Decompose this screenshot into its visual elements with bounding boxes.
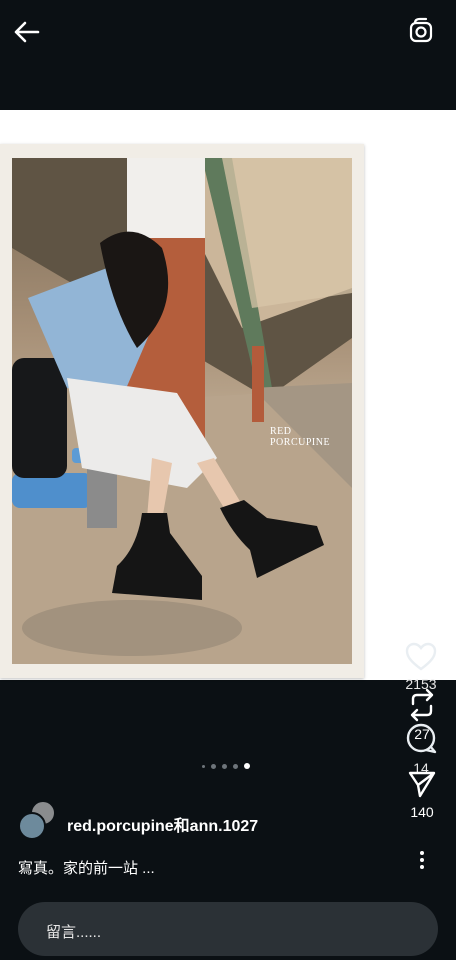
- carousel-dot-active: [244, 763, 250, 769]
- arrow-left-icon[interactable]: [10, 16, 42, 48]
- post-photo[interactable]: RED PORCUPINE: [12, 158, 352, 664]
- carousel-dot: [222, 763, 227, 769]
- comment-input[interactable]: 留言......: [18, 902, 438, 956]
- carousel-dot: [202, 764, 205, 768]
- like-action[interactable]: 2153: [398, 642, 444, 692]
- avatar[interactable]: [18, 812, 46, 840]
- photo-card: RED PORCUPINE: [0, 144, 364, 678]
- carousel-dot: [233, 763, 238, 769]
- repost-action[interactable]: 27: [399, 688, 445, 742]
- repost-count: 27: [414, 726, 430, 742]
- post-media[interactable]: RED PORCUPINE 2153 14: [0, 110, 456, 776]
- carousel-dot: [211, 763, 216, 769]
- top-bar: [0, 0, 456, 110]
- author-name[interactable]: red.porcupine和ann.1027: [67, 812, 258, 836]
- more-options-icon[interactable]: [412, 850, 432, 870]
- author-avatars[interactable]: [18, 800, 60, 840]
- share-action[interactable]: 140: [399, 768, 445, 820]
- repost-icon[interactable]: [406, 688, 438, 722]
- send-icon[interactable]: [406, 768, 438, 800]
- carousel-indicator: [202, 763, 250, 769]
- heart-icon[interactable]: [404, 642, 438, 672]
- post-caption[interactable]: 寫真。家的前一站 ...: [18, 857, 155, 878]
- comment-placeholder: 留言......: [46, 924, 102, 941]
- photo-watermark: RED PORCUPINE: [270, 426, 331, 448]
- share-count: 140: [410, 804, 434, 820]
- platform-scene: [12, 158, 352, 664]
- camera-icon[interactable]: [406, 16, 436, 46]
